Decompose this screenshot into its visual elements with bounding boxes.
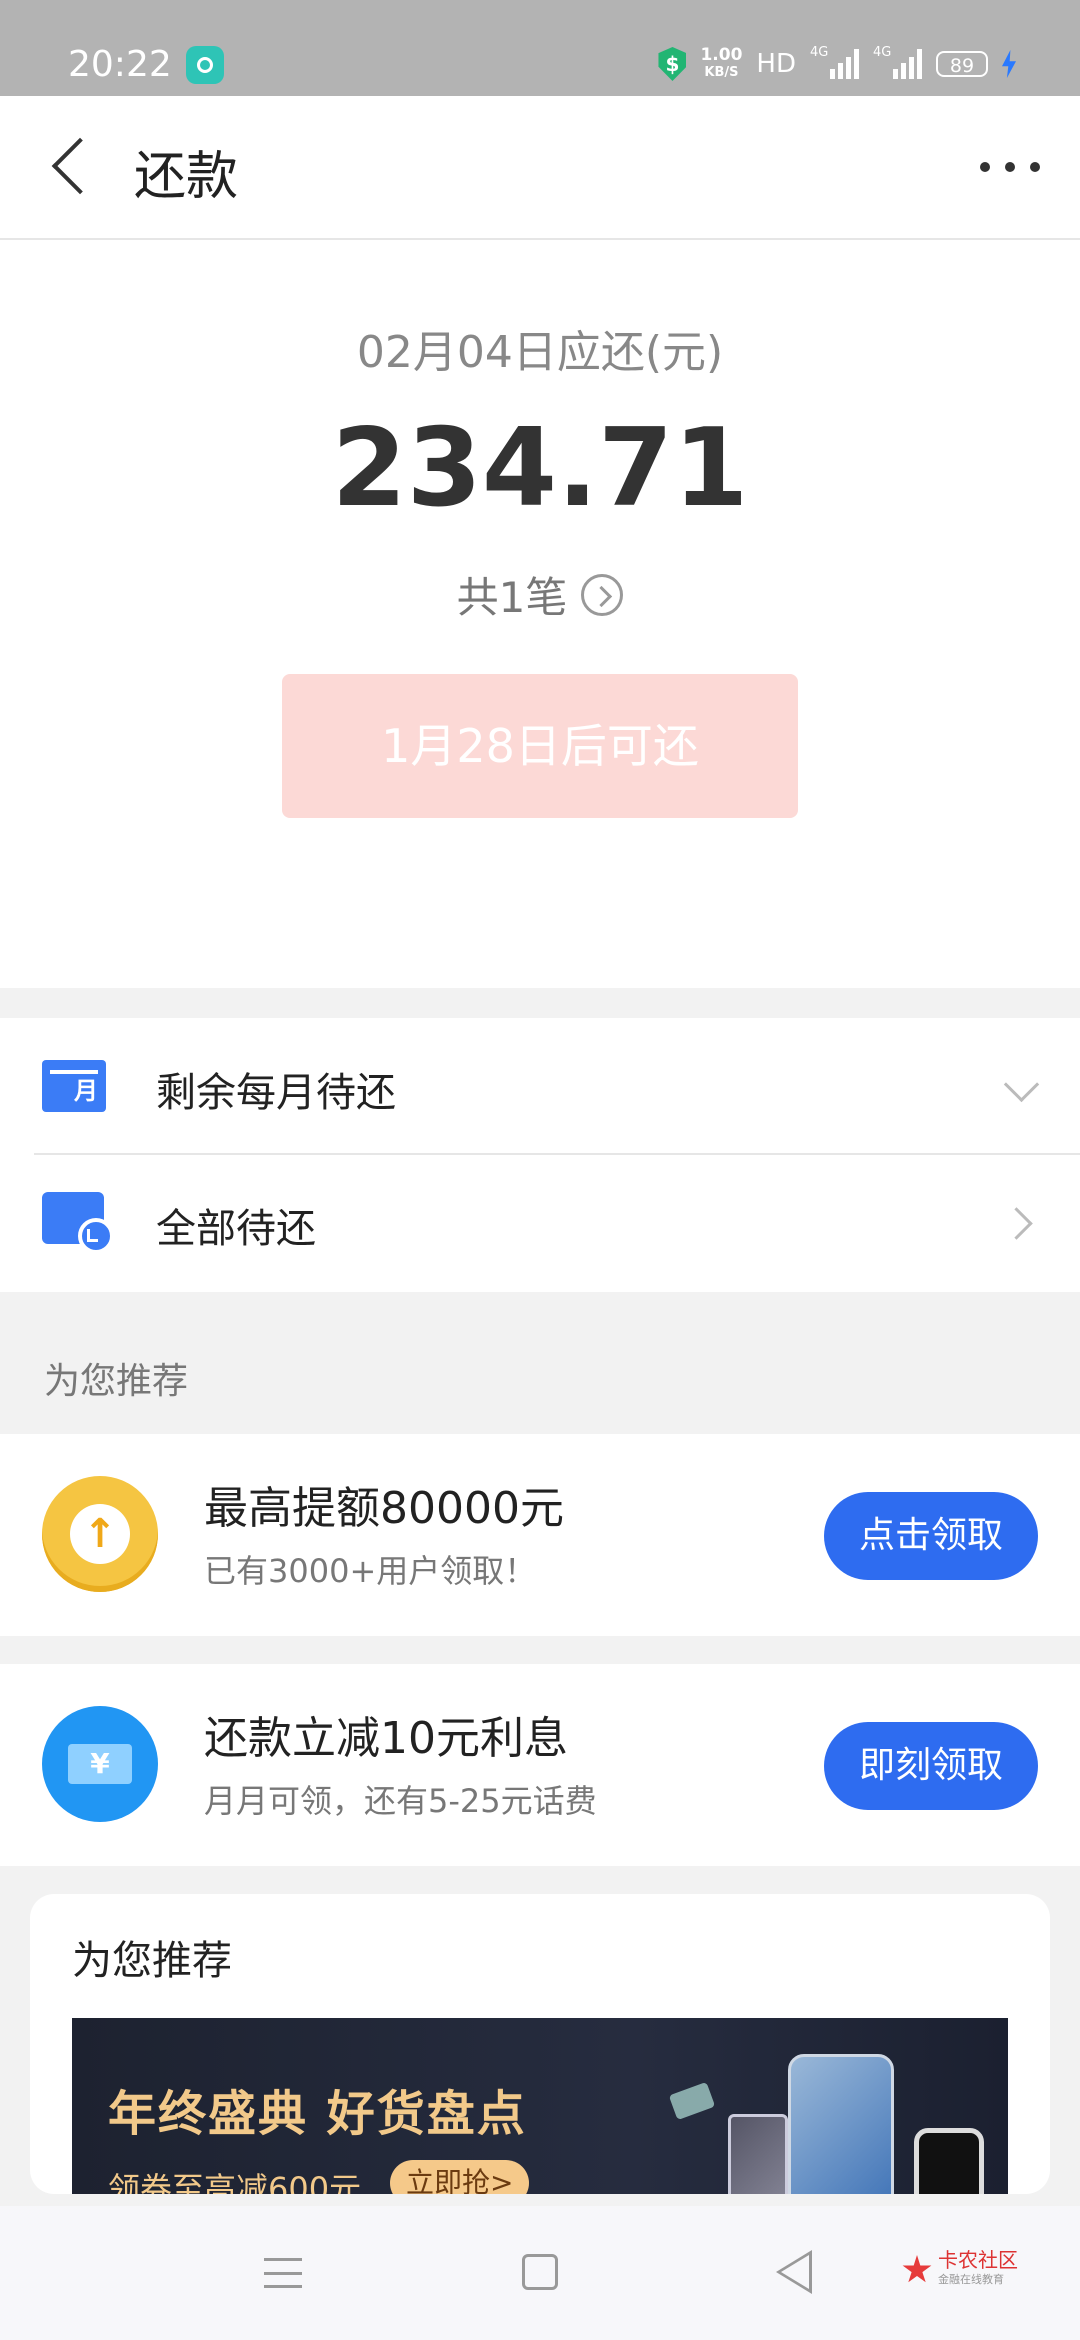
tablet-product-image	[728, 2114, 788, 2194]
promo-subtitle: 已有3000+用户领取！	[204, 1552, 537, 1590]
chevron-right-icon	[1000, 1207, 1033, 1240]
bill-count: 共1笔	[456, 573, 568, 622]
promo-banner[interactable]: 年终盛典 好货盘点 领券至高减600元 立即抢>	[72, 2018, 1008, 2194]
promo-title: 最高提额80000元	[204, 1483, 564, 1534]
recommend-heading: 为您推荐	[44, 1361, 189, 1402]
all-pending-label: 全部待还	[156, 1206, 316, 1252]
watch-product-image	[914, 2128, 984, 2194]
app-notification-icon	[186, 46, 224, 84]
watermark-name: 卡农社区	[938, 2248, 1018, 2272]
schedule-folder-icon	[42, 1192, 114, 1254]
status-bar: 20:22 $ 1.00 KB/S HD 4G 4G 89	[0, 0, 1080, 96]
repay-button[interactable]: 1月28日后可还	[282, 674, 798, 818]
chevron-down-icon	[1003, 1066, 1040, 1103]
recommend-card: 为您推荐 年终盛典 好货盘点 领券至高减600元 立即抢>	[30, 1894, 1050, 2194]
card-product-image	[668, 2081, 716, 2121]
due-date-label: 02月04日应还(元)	[356, 327, 724, 378]
network-speed-value: 1.00	[700, 45, 743, 65]
watermark: 卡农社区 金融在线教育	[902, 2250, 1018, 2290]
coupon-ticket-icon	[42, 1706, 158, 1822]
banner-title: 年终盛典 好货盘点	[108, 2086, 527, 2142]
monthly-pending-label: 剩余每月待还	[156, 1070, 396, 1116]
status-time: 20:22	[68, 44, 172, 85]
promo-title: 还款立减10元利息	[204, 1713, 568, 1764]
more-options-icon[interactable]	[980, 152, 1040, 182]
watermark-logo-icon	[902, 2255, 932, 2283]
calendar-month-icon: 月	[42, 1060, 106, 1112]
promo-subtitle: 月月可领，还有5-25元话费	[204, 1782, 597, 1820]
promo-interest-discount: 还款立减10元利息 月月可领，还有5-25元话费 即刻领取	[0, 1664, 1080, 1866]
all-pending-row[interactable]: 全部待还	[0, 1154, 1080, 1290]
claim-credit-button[interactable]: 点击领取	[824, 1492, 1038, 1580]
back-triangle-icon[interactable]	[776, 2250, 812, 2294]
bill-count-link[interactable]: 共1笔	[0, 564, 1080, 625]
network-speed-unit: KB/S	[704, 65, 739, 80]
signal-icon-2: 4G	[873, 45, 922, 79]
monthly-pending-row[interactable]: 月 剩余每月待还	[0, 1018, 1080, 1155]
status-icons: $ 1.00 KB/S HD 4G 4G 89	[658, 44, 1016, 84]
watermark-text: 卡农社区 金融在线教育	[938, 2250, 1018, 2290]
network-type-2: 4G	[873, 45, 892, 60]
phone-product-image	[788, 2054, 894, 2194]
home-icon[interactable]	[522, 2254, 558, 2290]
back-arrow-icon[interactable]	[46, 136, 102, 200]
repayment-list: 月 剩余每月待还 全部待还	[0, 1018, 1080, 1292]
security-shield-icon: $	[658, 47, 687, 81]
signal-icon-1: 4G	[810, 45, 859, 79]
hd-indicator: HD	[756, 49, 796, 79]
system-nav-bar: 卡农社区 金融在线教育	[0, 2206, 1080, 2340]
banner-grab-button[interactable]: 立即抢>	[390, 2160, 530, 2194]
network-type-1: 4G	[810, 45, 829, 60]
page-title: 还款	[134, 147, 239, 207]
credit-up-coin-icon	[42, 1476, 158, 1592]
repayment-summary: 02月04日应还(元) 234.71 共1笔 1月28日后可还	[0, 240, 1080, 988]
circle-arrow-right-icon	[581, 573, 624, 616]
network-speed: 1.00 KB/S	[700, 47, 742, 81]
due-amount: 234.71	[331, 406, 749, 531]
watermark-slogan: 金融在线教育	[938, 2273, 1004, 2286]
app-header: 还款	[0, 96, 1080, 240]
banner-subtitle: 领券至高减600元	[108, 2170, 362, 2194]
recommend-card-title: 为您推荐	[72, 1938, 232, 1984]
claim-coupon-button[interactable]: 即刻领取	[824, 1722, 1038, 1810]
promo-credit-increase: 最高提额80000元 已有3000+用户领取！ 点击领取	[0, 1434, 1080, 1636]
charging-bolt-icon	[1002, 50, 1016, 78]
battery-level: 89	[936, 51, 988, 77]
recent-apps-icon[interactable]	[264, 2258, 302, 2288]
